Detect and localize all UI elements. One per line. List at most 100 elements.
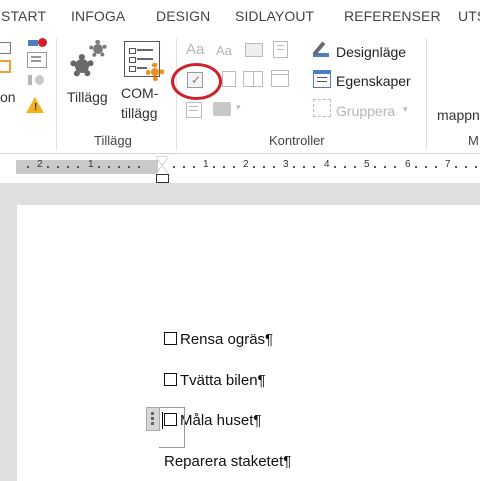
ruler-dot	[27, 166, 29, 168]
partial-button-label: on	[0, 89, 16, 105]
repeating-section-control-icon[interactable]	[186, 102, 202, 118]
ruler-dot	[223, 166, 225, 168]
ruler-dot	[77, 166, 79, 168]
tab-infoga[interactable]: INFOGA	[71, 8, 125, 24]
group-dropdown-icon[interactable]: ▾	[403, 104, 408, 115]
com-addins-label-1[interactable]: COM-	[121, 85, 158, 101]
ruler-dot	[263, 166, 265, 168]
addins-label[interactable]: Tillägg	[67, 89, 108, 105]
checkbox-control[interactable]	[164, 332, 177, 345]
tab-design[interactable]: DESIGN	[156, 8, 210, 24]
ruler-dot	[354, 166, 356, 168]
com-addins-label-2[interactable]: tillägg	[121, 105, 158, 121]
properties-label[interactable]: Egenskaper	[336, 73, 411, 89]
controls-group-label: Kontroller	[269, 133, 325, 148]
list-item-text: Måla huset¶	[180, 412, 262, 429]
pause-icon[interactable]	[28, 75, 32, 85]
addins-group-label: Tillägg	[94, 133, 132, 148]
design-mode-icon[interactable]	[312, 41, 331, 59]
list-item[interactable]: Tvätta bilen¶	[164, 372, 266, 389]
ruler-number: 7	[445, 159, 451, 170]
ruler-dot	[475, 166, 477, 168]
mapping-button-label[interactable]: mappn	[437, 107, 480, 123]
legacy-tools-icon[interactable]	[213, 102, 231, 116]
ruler-dot	[67, 166, 69, 168]
group-label[interactable]: Gruppera	[336, 103, 395, 119]
hanging-indent-marker[interactable]	[156, 166, 168, 174]
ruler-dot	[138, 166, 140, 168]
ruler-dot	[313, 166, 315, 168]
ruler-number: 1	[203, 159, 209, 170]
content-control-handle[interactable]	[146, 407, 160, 431]
ruler-dot	[213, 166, 215, 168]
ruler-dot	[193, 166, 195, 168]
tab-referenser[interactable]: REFERENSER	[344, 8, 441, 24]
picture-control-icon[interactable]	[245, 43, 263, 57]
ruler-dot	[233, 166, 235, 168]
dropdown-list-control-icon[interactable]	[243, 71, 263, 87]
blue-grid-icon[interactable]	[28, 40, 38, 46]
ribbon: on ! Tillägg COM- tillägg Tillägg Aa Aa	[0, 32, 480, 154]
list-item-text: Tvätta bilen¶	[180, 372, 266, 389]
warning-exclaim-icon: !	[34, 102, 38, 113]
properties-icon[interactable]	[313, 70, 331, 88]
ruler-dot	[394, 166, 396, 168]
tab-sidlayout[interactable]: SIDLAYOUT	[235, 8, 314, 24]
ruler-dot	[425, 166, 427, 168]
building-block-control-icon[interactable]	[273, 41, 288, 58]
date-picker-control-icon[interactable]	[271, 70, 289, 87]
tab-uts[interactable]: UTS	[458, 8, 480, 24]
combo-box-control-icon[interactable]	[222, 71, 236, 87]
ruler-number: 5	[364, 159, 370, 170]
ruler-dot	[465, 166, 467, 168]
red-highlight-circle	[171, 63, 222, 100]
ruler-dot	[384, 166, 386, 168]
ribbon-tab-bar: START INFOGA DESIGN SIDLAYOUT REFERENSER…	[0, 0, 480, 32]
legacy-tools-dropdown-icon[interactable]: ▾	[236, 102, 241, 113]
ruler-dot	[455, 166, 457, 168]
ruler-dot	[118, 166, 120, 168]
ruler-dot	[344, 166, 346, 168]
partial-orange-icon[interactable]	[0, 60, 11, 73]
red-dot-icon	[38, 38, 47, 47]
ruler-dot	[273, 166, 275, 168]
record-macro-icon[interactable]	[27, 52, 47, 68]
ruler-dot	[415, 166, 417, 168]
group-separator	[426, 38, 427, 150]
checkbox-control[interactable]	[164, 373, 177, 386]
ruler-dot	[128, 166, 130, 168]
plain-text-control-icon[interactable]: Aa	[216, 43, 232, 58]
ruler-dot	[253, 166, 255, 168]
mapping-group-label: M	[468, 133, 479, 148]
ruler-dot	[183, 166, 185, 168]
ruler-number: 6	[405, 159, 411, 170]
group-icon[interactable]	[313, 99, 331, 117]
rich-text-control-icon[interactable]: Aa	[186, 41, 204, 58]
list-item-text: Rensa ogräs¶	[180, 331, 274, 348]
ruler-number: 3	[283, 159, 289, 170]
ruler-dot	[98, 166, 100, 168]
text-cursor	[162, 412, 163, 429]
tab-start[interactable]: START	[1, 8, 46, 24]
gear-small-hub	[93, 44, 103, 54]
group-separator	[56, 38, 57, 150]
left-indent-marker[interactable]	[156, 174, 169, 183]
gear-hub	[75, 59, 89, 73]
addins-button[interactable]	[68, 40, 113, 82]
pause-icon-2	[35, 75, 44, 85]
ruler-dot	[435, 166, 437, 168]
design-mode-label[interactable]: Designläge	[336, 44, 406, 60]
list-item-text: Reparera staketet¶	[164, 453, 292, 470]
ruler-dot	[334, 166, 336, 168]
ruler-dot	[57, 166, 59, 168]
partial-icon[interactable]	[0, 42, 11, 54]
ruler-dot	[303, 166, 305, 168]
first-line-indent-marker[interactable]	[156, 157, 168, 165]
list-item[interactable]: Reparera staketet¶	[164, 453, 291, 470]
ruler-dot	[47, 166, 49, 168]
list-item[interactable]: Rensa ogräs¶	[164, 331, 273, 348]
ruler-number: 2	[243, 159, 249, 170]
ruler-dot	[293, 166, 295, 168]
ruler-dot	[374, 166, 376, 168]
ruler-dot	[108, 166, 110, 168]
